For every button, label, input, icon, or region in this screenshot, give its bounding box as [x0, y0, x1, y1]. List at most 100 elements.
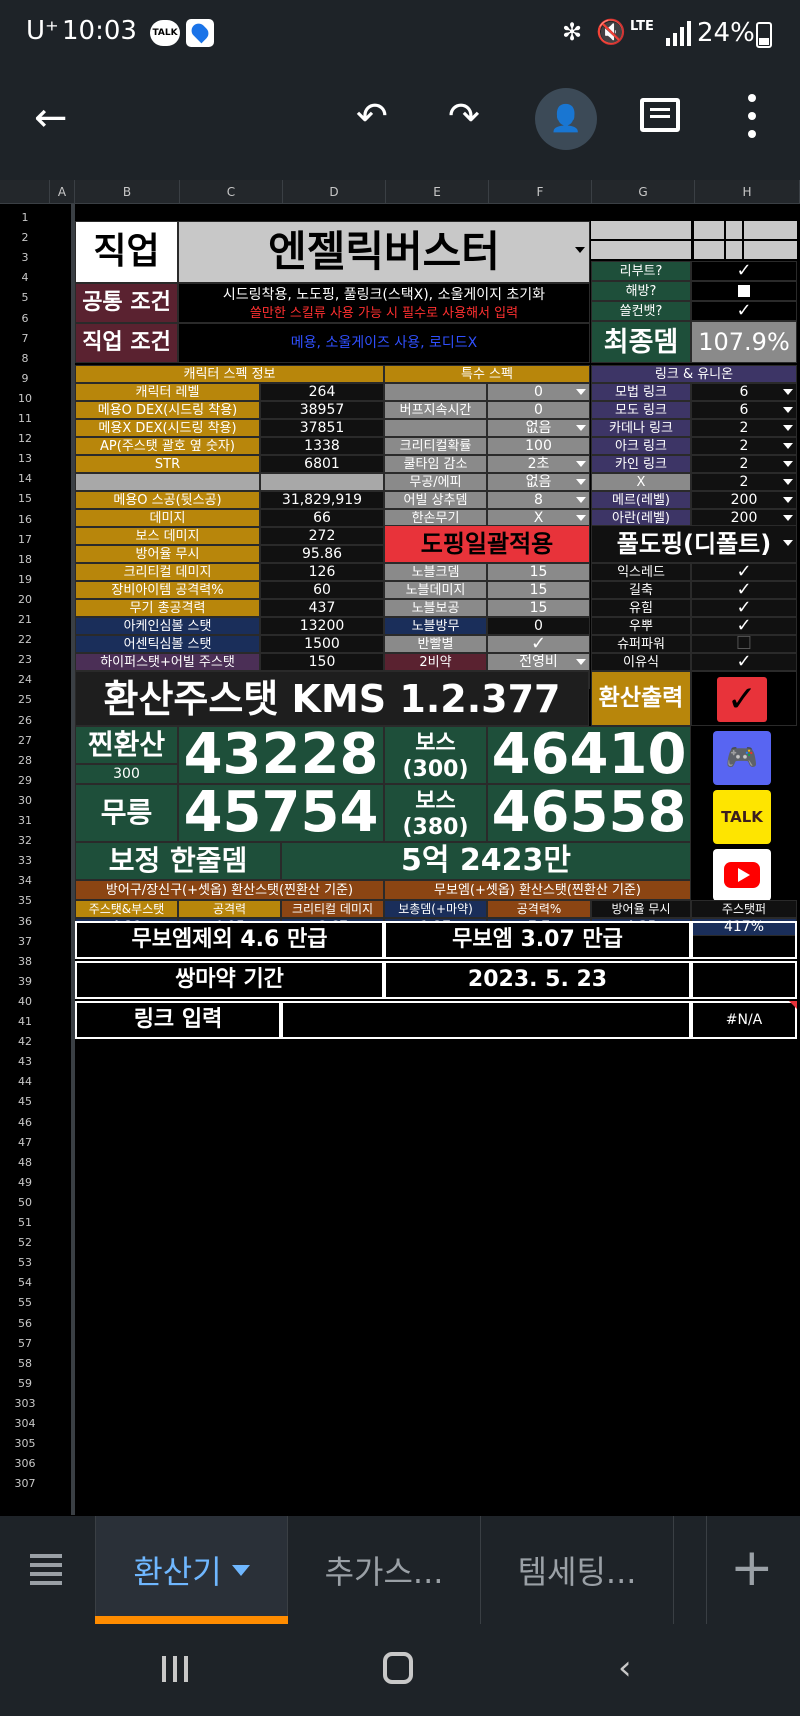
haebang-checkbox[interactable]	[691, 281, 797, 301]
special-spec-value[interactable]: 100	[487, 437, 590, 455]
column-header-a[interactable]: A	[50, 180, 75, 204]
char-spec-value[interactable]: 264	[260, 383, 384, 401]
youtube-icon[interactable]	[713, 849, 771, 901]
undo-icon[interactable]: ↶	[356, 96, 388, 136]
special-spec-value[interactable]: 0	[487, 401, 590, 419]
row-number[interactable]: 1	[0, 208, 50, 228]
row-number[interactable]: 59	[0, 1374, 50, 1394]
row-number[interactable]: 9	[0, 369, 50, 389]
more-menu-icon[interactable]	[748, 94, 756, 142]
link-value[interactable]: 2	[691, 473, 797, 491]
row-number[interactable]: 11	[0, 409, 50, 429]
sseulkkeun-checkbox[interactable]: ✓	[691, 301, 797, 321]
job-cond-value[interactable]: 메용, 소울게이즈 사용, 로디드X	[178, 323, 590, 363]
doping-all-button[interactable]: 도핑일괄적용	[384, 525, 590, 563]
doping-value[interactable]: 0	[487, 617, 590, 635]
row-number[interactable]: 32	[0, 831, 50, 851]
select-all-corner[interactable]	[0, 180, 50, 204]
back-nav-icon[interactable]: ‹	[618, 1650, 632, 1686]
row-number[interactable]: 30	[0, 791, 50, 811]
char-spec-value[interactable]: 31,829,919	[260, 491, 384, 509]
doping-value[interactable]: ✓	[487, 635, 590, 653]
row-number[interactable]: 53	[0, 1253, 50, 1273]
row-number[interactable]: 2	[0, 228, 50, 248]
doping-value[interactable]: 15	[487, 581, 590, 599]
row-number[interactable]: 3	[0, 248, 50, 268]
special-spec-value[interactable]: 8	[487, 491, 590, 509]
row-number[interactable]: 7	[0, 329, 50, 349]
char-spec-value[interactable]: 13200	[260, 617, 384, 635]
row-number[interactable]: 307	[0, 1474, 50, 1494]
row-number[interactable]: 304	[0, 1414, 50, 1434]
row-number[interactable]: 50	[0, 1193, 50, 1213]
job-select[interactable]: 엔젤릭버스터	[178, 221, 590, 283]
link-value[interactable]: 2	[691, 437, 797, 455]
row-number[interactable]: 6	[0, 309, 50, 329]
column-header-d[interactable]: D	[283, 180, 386, 204]
sheet-tab-item-setting[interactable]: 템세팅...	[481, 1516, 674, 1624]
row-number[interactable]: 29	[0, 771, 50, 791]
row-number[interactable]: 52	[0, 1233, 50, 1253]
sheet-list-icon[interactable]	[30, 1554, 62, 1585]
row-number[interactable]: 39	[0, 972, 50, 992]
row-number[interactable]: 306	[0, 1454, 50, 1474]
column-header-e[interactable]: E	[386, 180, 489, 204]
row-number[interactable]: 31	[0, 811, 50, 831]
row-number[interactable]: 38	[0, 952, 50, 972]
column-header-h[interactable]: H	[695, 180, 800, 204]
row-number[interactable]: 14	[0, 469, 50, 489]
link-value[interactable]: 2	[691, 455, 797, 473]
char-spec-value[interactable]: 437	[260, 599, 384, 617]
reboot-checkbox[interactable]: ✓	[691, 261, 797, 281]
special-spec-value[interactable]: 2초	[487, 455, 590, 473]
row-number[interactable]: 25	[0, 690, 50, 710]
char-spec-value[interactable]: 6801	[260, 455, 384, 473]
row-number[interactable]: 43	[0, 1052, 50, 1072]
home-icon[interactable]	[383, 1652, 413, 1684]
doping-right-checkbox[interactable]: ✓	[691, 617, 797, 635]
row-number[interactable]: 18	[0, 550, 50, 570]
link-value[interactable]: 200	[691, 491, 797, 509]
recents-icon[interactable]	[160, 1654, 190, 1684]
row-number[interactable]: 46	[0, 1113, 50, 1133]
char-spec-value[interactable]: 66	[260, 509, 384, 527]
column-header-b[interactable]: B	[75, 180, 180, 204]
doping-right-checkbox[interactable]: ✓	[691, 653, 797, 671]
char-spec-value[interactable]: 95.86	[260, 545, 384, 563]
char-spec-value[interactable]: 60	[260, 581, 384, 599]
row-number[interactable]: 21	[0, 610, 50, 630]
row-number[interactable]: 51	[0, 1213, 50, 1233]
sheet-tab-converter[interactable]: 환산기	[95, 1516, 288, 1624]
redo-icon[interactable]: ↷	[448, 96, 480, 136]
row-number[interactable]: 16	[0, 510, 50, 530]
row-number[interactable]: 305	[0, 1434, 50, 1454]
char-spec-value[interactable]: 126	[260, 563, 384, 581]
row-number[interactable]: 33	[0, 851, 50, 871]
add-sheet-icon[interactable]: +	[730, 1538, 774, 1598]
row-number[interactable]: 57	[0, 1334, 50, 1354]
char-spec-value[interactable]	[260, 473, 384, 491]
doping-right-checkbox[interactable]: ✓	[691, 581, 797, 599]
row-number[interactable]: 41	[0, 1012, 50, 1032]
row-number[interactable]: 34	[0, 871, 50, 891]
row-number[interactable]: 48	[0, 1153, 50, 1173]
char-spec-value[interactable]: 1338	[260, 437, 384, 455]
char-spec-value[interactable]: 37851	[260, 419, 384, 437]
doping-right-checkbox[interactable]: ✓	[691, 599, 797, 617]
row-number[interactable]: 40	[0, 992, 50, 1012]
back-arrow-icon[interactable]: ←	[34, 98, 68, 138]
row-number[interactable]: 44	[0, 1072, 50, 1092]
row-number[interactable]: 4	[0, 268, 50, 288]
discord-icon[interactable]: 🎮	[713, 731, 771, 785]
row-number[interactable]: 15	[0, 489, 50, 509]
full-doping-select[interactable]: 풀도핑(디폴트)	[591, 525, 797, 563]
special-spec-value[interactable]: 없음	[487, 473, 590, 491]
doping-right-checkbox[interactable]: ✓	[691, 563, 797, 581]
row-number[interactable]: 19	[0, 570, 50, 590]
link-value[interactable]: 6	[691, 401, 797, 419]
row-number[interactable]: 20	[0, 590, 50, 610]
special-spec-value[interactable]: 없음	[487, 419, 590, 437]
row-number[interactable]: 10	[0, 389, 50, 409]
row-number[interactable]: 5	[0, 288, 50, 308]
row-number[interactable]: 23	[0, 650, 50, 670]
